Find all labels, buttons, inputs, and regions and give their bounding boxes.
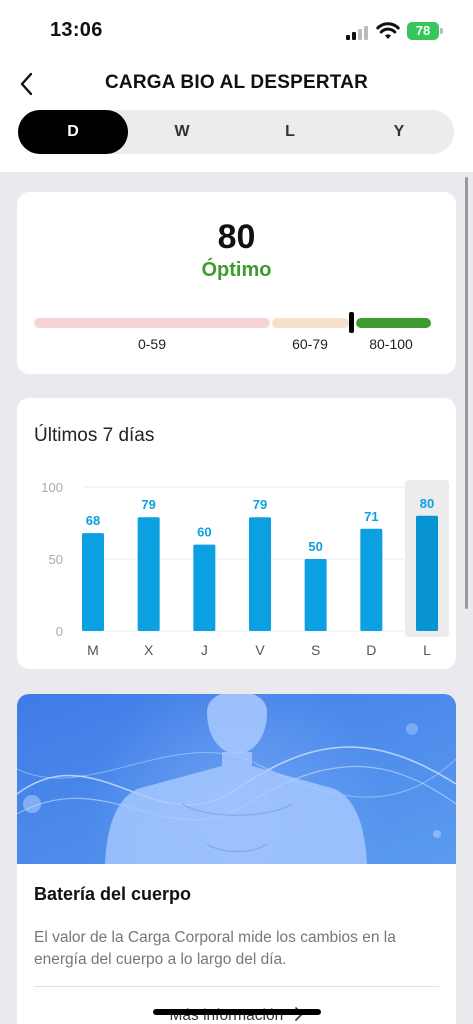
info-card-title: Batería del cuerpo (34, 884, 192, 904)
data-label: 79 (253, 497, 267, 512)
scrollbar[interactable] (465, 177, 468, 609)
page-title: CARGA BIO AL DESPERTAR (104, 72, 369, 93)
y-tick-label: 0 (56, 624, 63, 639)
tab-month[interactable]: L (236, 110, 344, 154)
range-bar-mid (272, 318, 349, 328)
bar (304, 559, 327, 631)
bar (249, 517, 271, 631)
score-status: Óptimo (201, 259, 272, 281)
status-time: 13:06 (50, 19, 103, 41)
top-header: 13:06 78 CARGA BIO AL DESPERTAR D W L Y (0, 0, 473, 172)
y-tick-label: 100 (41, 480, 63, 495)
bar (137, 517, 160, 631)
x-tick-label: D (366, 642, 376, 658)
x-tick-label: X (144, 642, 154, 658)
data-label: 71 (364, 509, 378, 524)
data-label: 80 (420, 496, 434, 511)
tab-week[interactable]: W (128, 110, 236, 154)
data-label: 50 (308, 539, 322, 554)
data-label: 79 (141, 497, 155, 512)
bar (82, 533, 104, 631)
bar (416, 515, 438, 631)
data-label: 60 (197, 525, 211, 540)
data-label: 68 (86, 513, 100, 528)
score-marker (349, 312, 354, 333)
period-tabs: D W L Y (18, 110, 454, 154)
x-tick-label: V (255, 642, 265, 658)
x-tick-label: S (311, 642, 320, 658)
tab-day[interactable]: D (18, 110, 128, 154)
home-indicator (153, 1009, 321, 1015)
status-bar: 13:06 78 (0, 0, 473, 60)
wifi-icon (376, 22, 400, 39)
weekly-chart-card: Últimos 7 días 0 50 100 68 M 79 X 60 J 79 V 50 S 71 D 8… (17, 398, 456, 669)
y-tick-label: 50 (49, 552, 63, 567)
x-tick-label: L (423, 642, 431, 658)
range-label-high: 80-100 (369, 336, 413, 352)
cellular-signal-icon (346, 24, 370, 40)
bar (360, 528, 383, 631)
range-label-low: 0-59 (137, 336, 167, 352)
body-illustration (17, 694, 456, 864)
battery-icon: 78 (407, 22, 439, 40)
divider (34, 986, 439, 987)
x-tick-label: J (201, 642, 208, 658)
bar-chart: 0 50 100 68 M 79 X 60 J 79 V 50 S 71 D 80 L (41, 480, 449, 658)
range-bar-low (34, 318, 270, 328)
score-card: 80 Óptimo 0-59 60-79 80-100 (17, 192, 456, 374)
bar (193, 544, 216, 631)
score-value: 80 (217, 218, 256, 256)
range-bar-high (356, 318, 431, 328)
info-card-description: El valor de la Carga Corporal mide los c… (34, 929, 396, 968)
range-label-mid: 60-79 (292, 336, 328, 352)
battery-cap (440, 28, 443, 34)
back-arrow-icon[interactable] (16, 70, 40, 98)
x-tick-label: M (87, 642, 99, 658)
tab-year[interactable]: Y (344, 110, 454, 154)
body-battery-card: Batería del cuerpo El valor de la Carga … (17, 694, 456, 1024)
